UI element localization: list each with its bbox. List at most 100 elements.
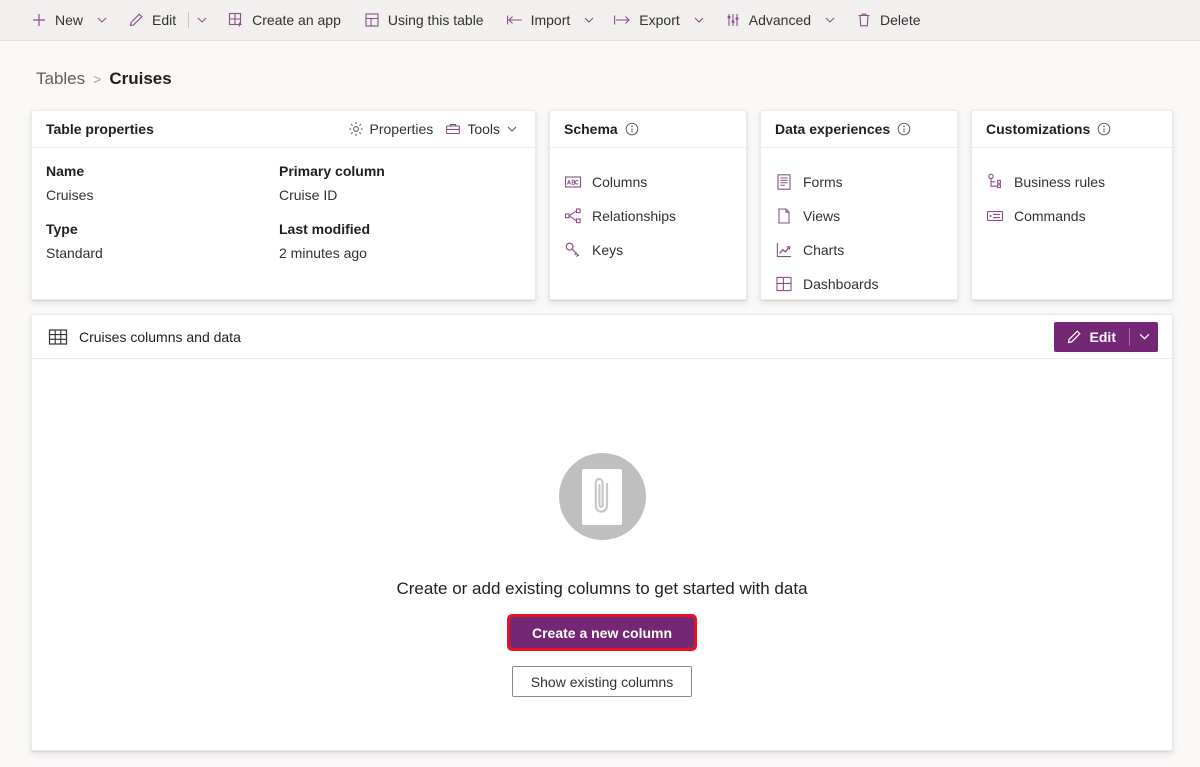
customizations-item-commands[interactable]: Commands xyxy=(972,199,1172,233)
columns-and-data-panel: Cruises columns and data Edit Create or … xyxy=(31,314,1173,751)
gear-icon xyxy=(348,121,364,137)
breadcrumb-link-tables[interactable]: Tables xyxy=(36,69,85,89)
command-delete-label: Delete xyxy=(880,12,920,28)
view-page-icon xyxy=(775,207,793,225)
property-value-type: Standard xyxy=(46,244,279,263)
chevron-down-icon xyxy=(507,124,517,134)
property-value-primary-column: Cruise ID xyxy=(279,186,512,205)
properties-column-left: Name Cruises Type Standard xyxy=(46,162,279,278)
card-header-actions: Properties Tools xyxy=(342,115,524,143)
data-experiences-item-views[interactable]: Views xyxy=(761,199,957,233)
property-label-name: Name xyxy=(46,162,279,181)
chevron-down-icon xyxy=(97,15,107,25)
command-advanced-button[interactable]: Advanced xyxy=(716,4,819,36)
command-import-button[interactable]: Import xyxy=(498,4,579,36)
data-experiences-link-list: Forms Views xyxy=(761,162,957,301)
dashboard-icon xyxy=(775,275,793,293)
property-value-last-modified: 2 minutes ago xyxy=(279,244,512,263)
command-bar: New Edit Create an app xyxy=(0,0,1200,41)
schema-item-columns[interactable]: Columns xyxy=(550,165,746,199)
command-new-chevron[interactable] xyxy=(91,4,113,36)
command-delete-button[interactable]: Delete xyxy=(847,4,928,36)
schema-item-keys[interactable]: Keys xyxy=(550,233,746,267)
breadcrumb: Tables > Cruises xyxy=(0,41,1200,95)
chevron-down-icon xyxy=(694,15,704,25)
edit-split-button: Edit xyxy=(1054,322,1158,352)
panel-header: Cruises columns and data Edit xyxy=(32,315,1172,359)
panel-title: Cruises columns and data xyxy=(79,329,241,345)
import-arrow-icon xyxy=(506,11,524,29)
card-body: Business rules Commands xyxy=(972,148,1172,299)
settings-sliders-icon xyxy=(724,11,742,29)
customizations-item-business-rules[interactable]: Business rules xyxy=(972,165,1172,199)
property-value-name: Cruises xyxy=(46,186,279,205)
command-edit-button[interactable]: Edit xyxy=(119,4,184,36)
command-using-this-table-label: Using this table xyxy=(388,12,484,28)
card-customizations: Customizations xyxy=(971,110,1173,300)
properties-button[interactable]: Properties xyxy=(342,115,440,143)
pencil-icon xyxy=(1066,329,1082,345)
data-experiences-item-forms[interactable]: Forms xyxy=(761,165,957,199)
card-title: Table properties xyxy=(46,121,154,137)
customizations-item-label: Commands xyxy=(1014,208,1086,224)
table-properties-grid: Name Cruises Type Standard Primary colum… xyxy=(32,162,535,278)
property-label-primary-column: Primary column xyxy=(279,162,512,181)
chevron-down-icon xyxy=(825,15,835,25)
schema-item-label: Relationships xyxy=(592,208,676,224)
card-table-properties: Table properties Properties xyxy=(31,110,536,300)
command-export-button[interactable]: Export xyxy=(606,4,687,36)
table-layout-icon xyxy=(363,11,381,29)
edit-split-divider xyxy=(188,12,189,28)
edit-button-chevron[interactable] xyxy=(1130,322,1158,352)
command-new-label: New xyxy=(55,12,83,28)
edit-button[interactable]: Edit xyxy=(1054,322,1129,352)
info-icon[interactable] xyxy=(1097,122,1111,136)
abc-columns-icon xyxy=(564,173,582,191)
create-a-new-column-button[interactable]: Create a new column xyxy=(510,617,694,648)
data-experiences-item-label: Views xyxy=(803,208,840,224)
chevron-down-icon xyxy=(584,15,594,25)
card-header: Customizations xyxy=(972,111,1172,148)
paperclip-document-icon xyxy=(559,453,646,540)
tools-button[interactable]: Tools xyxy=(439,115,523,143)
chevron-down-icon xyxy=(197,15,207,25)
data-experiences-item-label: Charts xyxy=(803,242,844,258)
command-import-chevron[interactable] xyxy=(578,4,600,36)
business-rules-icon xyxy=(986,173,1004,191)
tools-label: Tools xyxy=(467,121,500,137)
command-create-an-app-label: Create an app xyxy=(252,12,341,28)
data-experiences-item-label: Dashboards xyxy=(803,276,879,292)
chevron-down-icon xyxy=(1139,331,1150,342)
breadcrumb-current-cruises: Cruises xyxy=(109,69,171,89)
customizations-item-label: Business rules xyxy=(1014,174,1105,190)
data-experiences-item-dashboards[interactable]: Dashboards xyxy=(761,267,957,301)
edit-button-label: Edit xyxy=(1090,329,1116,345)
properties-column-right: Primary column Cruise ID Last modified 2… xyxy=(279,162,512,278)
cards-row: Table properties Properties xyxy=(31,110,1173,300)
command-create-an-app-button[interactable]: Create an app xyxy=(219,4,349,36)
command-new-button[interactable]: New xyxy=(22,4,91,36)
card-title: Data experiences xyxy=(775,121,890,137)
command-import-label: Import xyxy=(531,12,571,28)
command-edit-chevron[interactable] xyxy=(191,4,213,36)
card-schema: Schema xyxy=(549,110,747,300)
info-icon[interactable] xyxy=(897,122,911,136)
command-using-this-table-button[interactable]: Using this table xyxy=(355,4,492,36)
property-label-type: Type xyxy=(46,220,279,239)
command-export-chevron[interactable] xyxy=(688,4,710,36)
show-existing-columns-button[interactable]: Show existing columns xyxy=(512,666,692,697)
card-header: Data experiences xyxy=(761,111,957,148)
empty-state: Create or add existing columns to get st… xyxy=(32,359,1172,750)
properties-label: Properties xyxy=(370,121,434,137)
command-advanced-chevron[interactable] xyxy=(819,4,841,36)
card-title: Customizations xyxy=(986,121,1090,137)
schema-link-list: Columns Relationships xyxy=(550,162,746,267)
data-experiences-item-charts[interactable]: Charts xyxy=(761,233,957,267)
plus-icon xyxy=(30,11,48,29)
info-icon[interactable] xyxy=(625,122,639,136)
data-experiences-item-label: Forms xyxy=(803,174,843,190)
export-arrow-icon xyxy=(614,11,632,29)
card-data-experiences: Data experiences Form xyxy=(760,110,958,300)
schema-item-relationships[interactable]: Relationships xyxy=(550,199,746,233)
commands-icon xyxy=(986,207,1004,225)
